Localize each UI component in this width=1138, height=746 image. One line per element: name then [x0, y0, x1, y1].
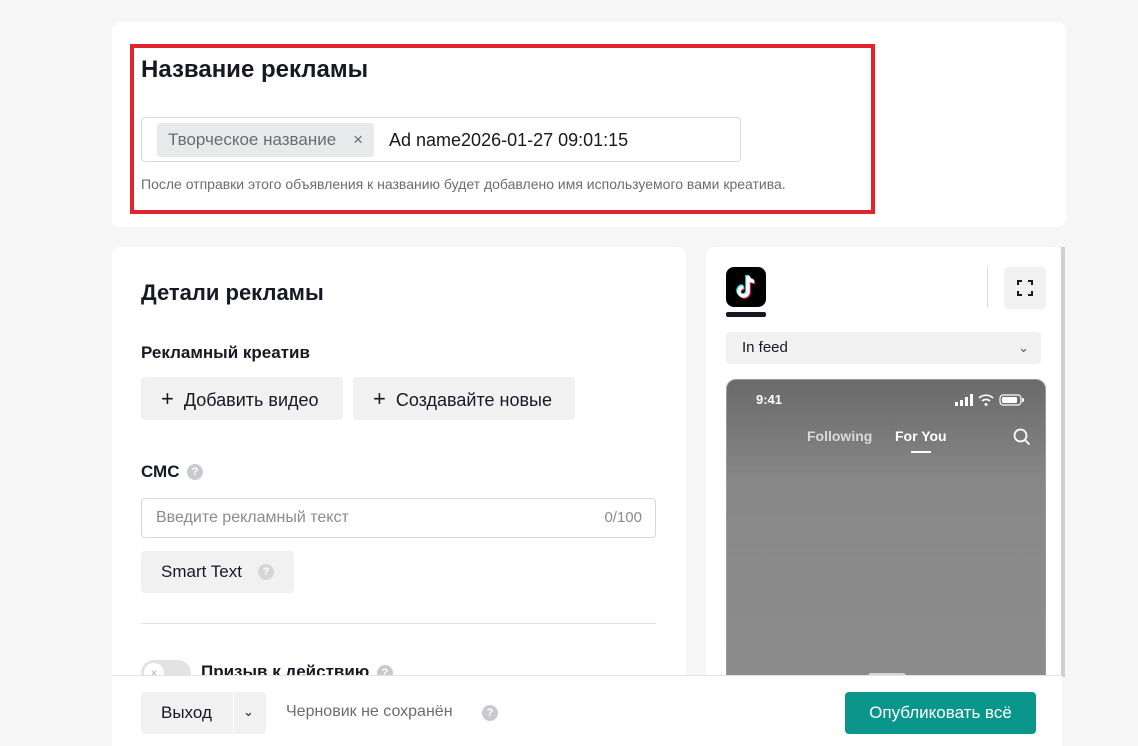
help-icon[interactable]: ?	[187, 464, 203, 480]
exit-separator	[233, 692, 234, 734]
draft-status: Черновик не сохранён	[286, 703, 453, 720]
search-icon	[1012, 427, 1032, 452]
smart-text-label: Smart Text	[161, 562, 242, 581]
tiktok-logo[interactable]	[726, 267, 766, 307]
tab-for-you: For You	[895, 428, 947, 444]
preview-separator	[987, 267, 988, 307]
tab-following: Following	[807, 428, 873, 444]
tiktok-active-indicator	[726, 312, 766, 317]
signal-icon	[955, 394, 973, 406]
phone-preview: 9:41 Following For You	[726, 379, 1046, 679]
ad-name-value[interactable]: Ad name2026-01-27 09:01:15	[389, 118, 628, 163]
placement-select[interactable]: In feed ⌄	[726, 332, 1041, 364]
chevron-down-icon: ⌄	[1018, 340, 1029, 355]
ad-details-card	[112, 247, 686, 746]
exit-button[interactable]: Выход ⌄	[141, 692, 266, 734]
sms-label: СМС	[141, 462, 180, 481]
create-new-button[interactable]: + Создавайте новые	[353, 377, 575, 420]
creative-label: Рекламный креатив	[141, 343, 310, 362]
wifi-icon	[978, 394, 994, 402]
chip-remove-icon[interactable]: ×	[353, 123, 363, 157]
battery-icon	[999, 394, 1024, 406]
plus-icon: +	[161, 386, 174, 411]
ad-details-title: Детали рекламы	[141, 280, 324, 305]
fullscreen-icon	[1017, 280, 1033, 296]
help-icon[interactable]: ?	[258, 564, 274, 580]
ad-name-title: Название рекламы	[141, 56, 369, 83]
ad-name-hint: После отправки этого объявления к назван…	[141, 176, 786, 192]
divider	[141, 623, 656, 624]
chevron-down-icon[interactable]: ⌄	[243, 692, 254, 732]
create-new-label: Создавайте новые	[395, 390, 552, 410]
help-icon[interactable]: ?	[482, 705, 498, 721]
ad-name-input[interactable]: Творческое название × Ad name2026-01-27 …	[141, 117, 741, 162]
for-you-indicator	[911, 451, 931, 453]
ad-text-input[interactable]: Введите рекламный текст 0/100	[141, 498, 656, 538]
ad-text-counter: 0/100	[604, 509, 642, 526]
creative-name-chip[interactable]: Творческое название ×	[157, 123, 374, 157]
plus-icon: +	[373, 386, 386, 411]
publish-all-button[interactable]: Опубликовать всё	[845, 692, 1036, 734]
smart-text-button[interactable]: Smart Text ?	[141, 551, 294, 593]
chip-label: Творческое название	[168, 130, 337, 149]
fullscreen-button[interactable]	[1004, 267, 1046, 309]
exit-label: Выход	[161, 703, 212, 722]
placement-value: In feed	[742, 339, 788, 356]
add-video-button[interactable]: + Добавить видео	[141, 377, 343, 420]
ad-text-placeholder: Введите рекламный текст	[156, 509, 349, 526]
phone-status-icons	[955, 393, 1027, 412]
add-video-label: Добавить видео	[183, 390, 319, 410]
phone-time: 9:41	[756, 392, 783, 407]
preview-scrollbar[interactable]	[1061, 247, 1065, 677]
